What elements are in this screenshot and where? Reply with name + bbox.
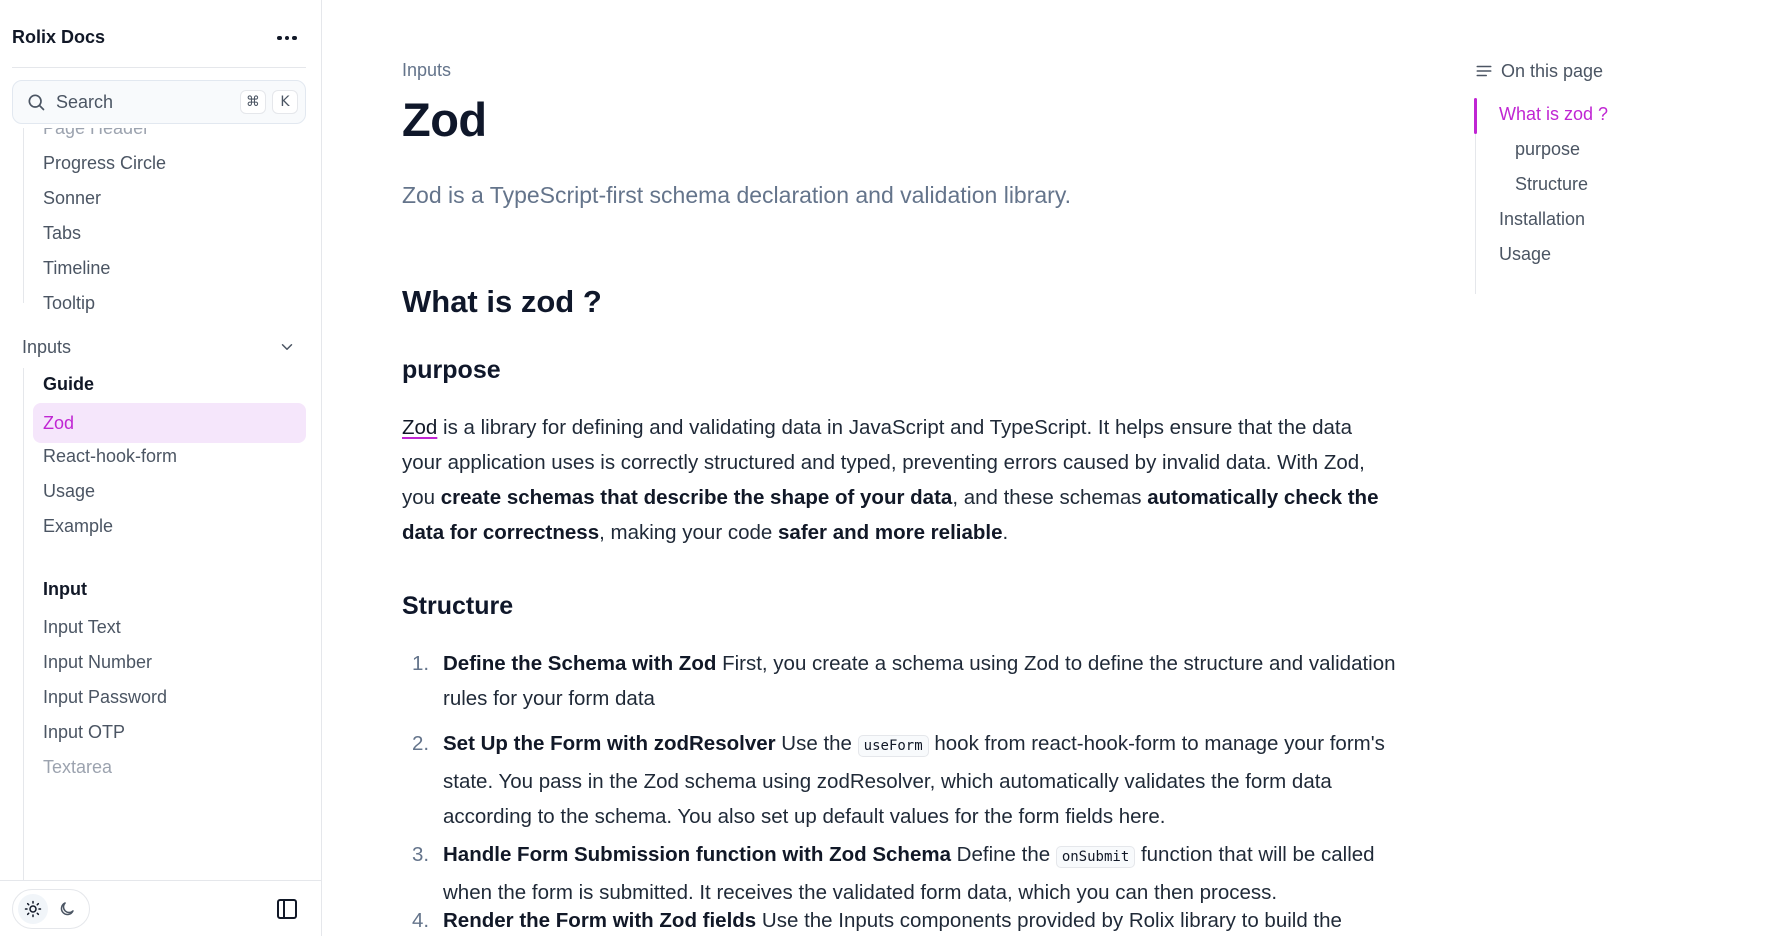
sidebar-item-example[interactable]: Example xyxy=(43,514,113,538)
more-options-button[interactable] xyxy=(272,26,302,50)
section-heading-purpose: purpose xyxy=(402,356,501,384)
step-title: Define the Schema with Zod xyxy=(443,652,717,675)
toggle-sidebar-button[interactable] xyxy=(272,894,302,924)
toc-item-structure[interactable]: Structure xyxy=(1515,174,1588,195)
sidebar-panel-icon xyxy=(277,899,297,919)
inline-code: useForm xyxy=(857,735,929,757)
brand-title[interactable]: Rolix Docs xyxy=(12,27,105,48)
nav-guide-line xyxy=(23,128,24,303)
breadcrumb[interactable]: Inputs xyxy=(402,60,451,81)
sidebar-item-input-password[interactable]: Input Password xyxy=(43,685,167,709)
paragraph-bold: safer and more reliable xyxy=(778,521,1003,544)
sidebar-item-react-hook-form[interactable]: React-hook-form xyxy=(43,444,177,468)
toc-item-purpose[interactable]: purpose xyxy=(1515,139,1580,160)
toc-active-indicator xyxy=(1474,98,1477,134)
step-text: Use the xyxy=(775,732,858,755)
sidebar: Rolix Docs Search ⌘ K Page Header Progre… xyxy=(0,0,322,936)
step-title: Handle Form Submission function with Zod… xyxy=(443,843,951,866)
sidebar-item-input-number[interactable]: Input Number xyxy=(43,650,152,674)
paragraph-text: . xyxy=(1002,521,1009,544)
nav-inputs-line xyxy=(23,368,24,880)
sidebar-nav: Page Header Progress Circle Sonner Tabs … xyxy=(0,128,321,880)
section-heading-structure: Structure xyxy=(402,592,514,620)
nav-heading-input: Input xyxy=(43,579,87,599)
toc-item-installation[interactable]: Installation xyxy=(1499,209,1585,230)
sidebar-header: Rolix Docs xyxy=(0,0,321,68)
sidebar-item-tooltip[interactable]: Tooltip xyxy=(43,291,95,315)
purpose-paragraph: Zod is a library for defining and valida… xyxy=(402,410,1392,550)
theme-toggle[interactable] xyxy=(12,889,90,929)
dark-theme-button[interactable] xyxy=(52,894,82,924)
sidebar-item-input-text[interactable]: Input Text xyxy=(43,615,121,639)
zod-link[interactable]: Zod xyxy=(402,416,437,439)
more-icon xyxy=(277,35,297,41)
sidebar-item-progress-circle[interactable]: Progress Circle xyxy=(43,151,166,175)
divider xyxy=(12,67,306,68)
sun-icon xyxy=(24,900,42,918)
step-text: Use the Inputs components provided by Ro… xyxy=(756,909,1342,932)
section-heading-what-is-zod: What is zod ? xyxy=(402,284,602,319)
sidebar-item-input-otp[interactable]: Input OTP xyxy=(43,720,125,744)
shortcut-k-key: K xyxy=(272,90,298,114)
search-placeholder: Search xyxy=(56,91,114,112)
sidebar-item-textarea[interactable]: Textarea xyxy=(43,755,112,779)
step-title: Set Up the Form with zodResolver xyxy=(443,732,776,755)
page-title: Zod xyxy=(402,93,487,146)
sidebar-item-label: Zod xyxy=(43,413,75,433)
inline-code: onSubmit xyxy=(1055,846,1136,868)
toc-item-what-is-zod[interactable]: What is zod ? xyxy=(1499,104,1608,125)
list-number: 3. xyxy=(412,843,430,866)
paragraph-bold: create schemas that describe the shape o… xyxy=(440,486,953,509)
sidebar-item-page-header[interactable]: Page Header xyxy=(43,128,149,140)
sidebar-group-inputs[interactable]: Inputs xyxy=(12,331,306,363)
light-theme-button[interactable] xyxy=(18,894,48,924)
sidebar-item-timeline[interactable]: Timeline xyxy=(43,256,110,280)
paragraph-text: , and these schemas xyxy=(952,486,1148,509)
list-number: 4. xyxy=(412,909,430,932)
sidebar-item-tabs[interactable]: Tabs xyxy=(43,221,81,245)
list-number: 2. xyxy=(412,732,430,755)
main-content: Inputs Zod Zod is a TypeScript-first sch… xyxy=(402,0,1396,936)
step-text: Define the xyxy=(950,843,1056,866)
chevron-down-icon xyxy=(281,344,293,350)
toc-heading-label: On this page xyxy=(1501,60,1604,81)
search-icon xyxy=(28,94,45,111)
toc-lines-icon xyxy=(1476,65,1492,77)
moon-icon xyxy=(60,902,74,916)
shortcut-cmd-key: ⌘ xyxy=(240,90,266,114)
sidebar-item-usage[interactable]: Usage xyxy=(43,479,95,503)
sidebar-item-zod[interactable]: Zod xyxy=(33,403,306,443)
sidebar-item-sonner[interactable]: Sonner xyxy=(43,186,101,210)
page-description: Zod is a TypeScript-first schema declara… xyxy=(402,182,1072,208)
search-input[interactable]: Search ⌘ K xyxy=(12,80,306,124)
toc-heading: On this page xyxy=(1475,58,1735,84)
step-title: Render the Form with Zod fields xyxy=(443,909,757,932)
paragraph-text: , making your code xyxy=(599,521,779,544)
list-number: 1. xyxy=(412,652,430,675)
nav-heading-guide: Guide xyxy=(43,374,95,394)
sidebar-footer xyxy=(0,880,321,936)
sidebar-group-label: Inputs xyxy=(22,336,72,357)
toc-item-usage[interactable]: Usage xyxy=(1499,244,1551,265)
